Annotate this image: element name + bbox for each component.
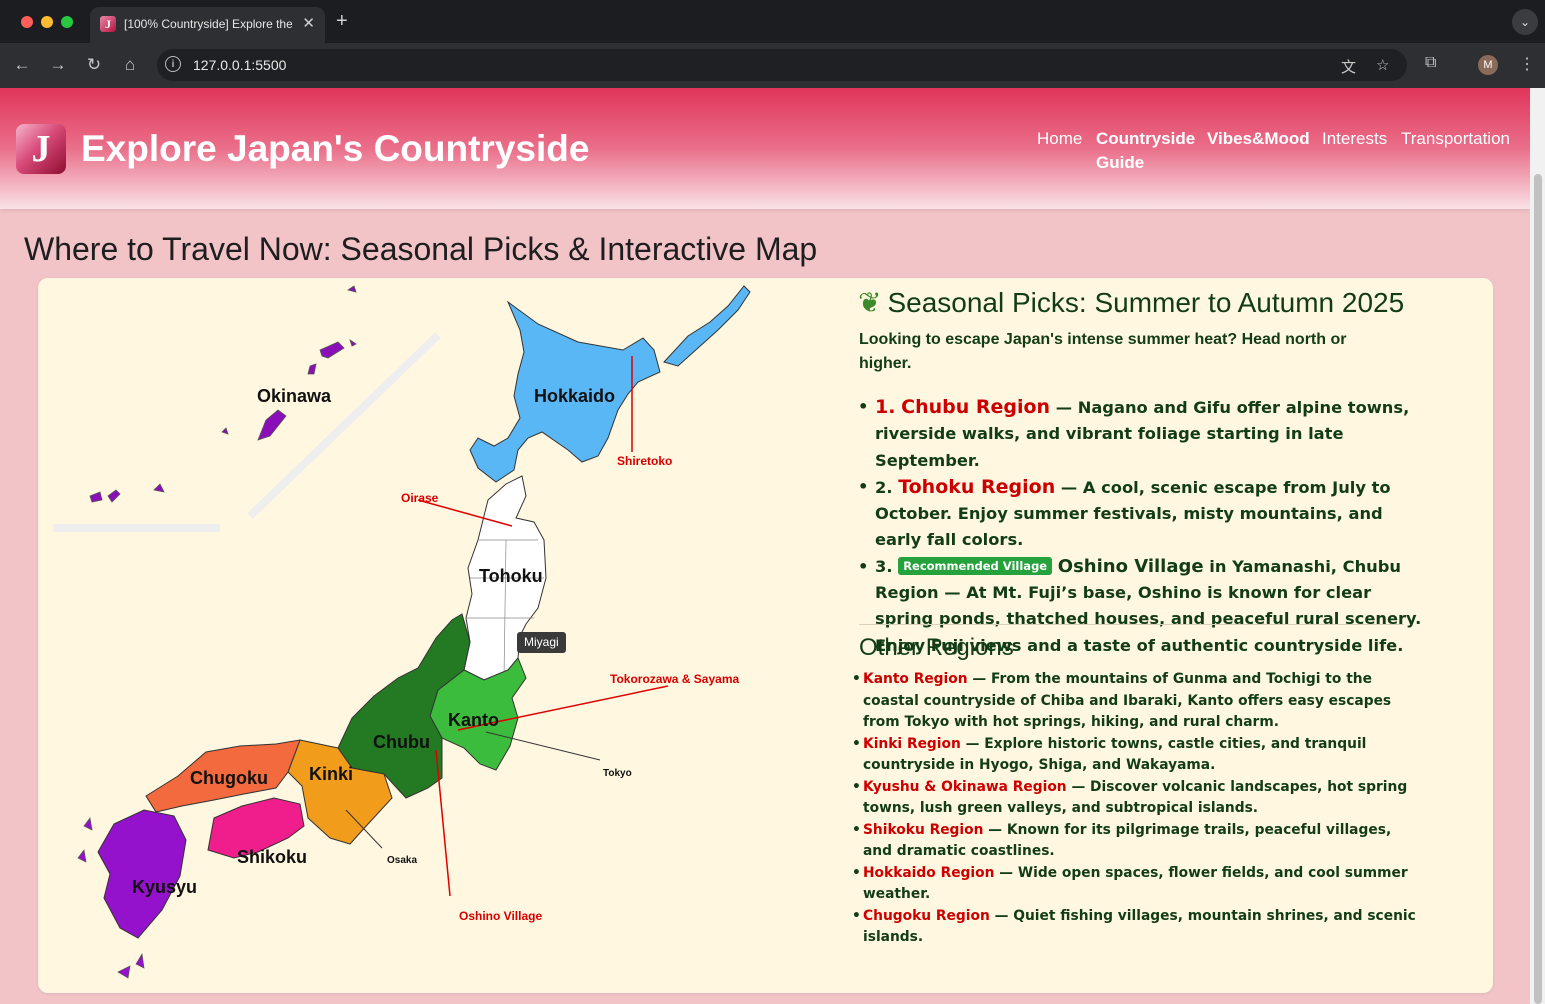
address-bar[interactable]: i 127.0.0.1:5500 文 ☆ bbox=[157, 49, 1407, 81]
other-region-link[interactable]: Kanto Region bbox=[863, 671, 968, 687]
label-osaka: Osaka bbox=[387, 855, 417, 866]
label-kinki: Kinki bbox=[309, 764, 353, 784]
site-logo[interactable]: J bbox=[16, 124, 66, 174]
content-card: Okinawa Hokkaido Tohoku Kanto Chubu Chug… bbox=[38, 278, 1493, 993]
pick-region-link[interactable]: Chubu Region bbox=[901, 396, 1050, 418]
other-region-link[interactable]: Hokkaido Region bbox=[863, 865, 994, 881]
home-icon[interactable]: ⌂ bbox=[118, 53, 142, 77]
profile-avatar[interactable]: M bbox=[1478, 55, 1498, 75]
page-viewport: J Explore Japan's Countryside Home Count… bbox=[0, 88, 1530, 1004]
nav-countryside-label: Countryside bbox=[1096, 129, 1196, 148]
other-region-item: Kanto Region — From the mountains of Gun… bbox=[852, 669, 1422, 734]
other-region-link[interactable]: Kyushu & Okinawa Region bbox=[863, 779, 1067, 795]
bookmark-star-icon[interactable]: ☆ bbox=[1376, 56, 1389, 74]
label-tokyo: Tokyo bbox=[603, 768, 632, 779]
label-tohoku: Tohoku bbox=[479, 566, 543, 586]
other-region-link[interactable]: Chugoku Region bbox=[863, 908, 990, 924]
callout-shiretoko[interactable]: Shiretoko bbox=[617, 454, 672, 468]
extensions-icon[interactable]: ⧉ bbox=[1425, 54, 1436, 72]
minimize-window-button[interactable] bbox=[41, 16, 53, 28]
pick-village-name[interactable]: Oshino Village bbox=[1058, 556, 1204, 577]
translate-icon[interactable]: 文 bbox=[1341, 56, 1356, 77]
tab-search-chevron-icon[interactable]: ⌄ bbox=[1512, 9, 1538, 35]
reload-icon[interactable]: ↻ bbox=[82, 53, 106, 77]
other-region-link[interactable]: Shikoku Region bbox=[863, 822, 983, 838]
pick-item-chubu: 1. Chubu Region — Nagano and Gifu offer … bbox=[858, 394, 1427, 474]
other-region-item: Chugoku Region — Quiet fishing villages,… bbox=[852, 906, 1422, 949]
scrollbar-thumb[interactable] bbox=[1534, 174, 1542, 1004]
forward-arrow-icon[interactable]: → bbox=[46, 53, 70, 77]
tab-favicon: J bbox=[100, 16, 116, 32]
other-region-item: Shikoku Region — Known for its pilgrimag… bbox=[852, 820, 1422, 863]
back-arrow-icon[interactable]: ← bbox=[10, 53, 34, 77]
browser-toolbar: ← → ↻ ⌂ i 127.0.0.1:5500 文 ☆ ⧉ M ⋮ bbox=[0, 43, 1545, 88]
section-divider bbox=[859, 624, 1404, 625]
nav-guide-label: Guide bbox=[1096, 153, 1145, 172]
kuril-islands bbox=[663, 285, 751, 367]
url-text: 127.0.0.1:5500 bbox=[193, 57, 287, 73]
browser-tab[interactable]: J [100% Countryside] Explore the ✕ bbox=[90, 7, 325, 43]
map-tooltip: Miyagi bbox=[517, 632, 566, 653]
label-chugoku: Chugoku bbox=[190, 768, 268, 788]
nav-home[interactable]: Home bbox=[1037, 127, 1082, 151]
page-title: Where to Travel Now: Seasonal Picks & In… bbox=[24, 231, 818, 267]
callout-oirase[interactable]: Oirase bbox=[401, 491, 439, 505]
japan-map-svg: Okinawa Hokkaido Tohoku Kanto Chubu Chug… bbox=[53, 285, 751, 979]
label-kanto: Kanto bbox=[448, 710, 499, 730]
recommended-village-badge: Recommended Village bbox=[898, 556, 1053, 575]
seasonal-heading-text: Seasonal Picks: Summer to Autumn 2025 bbox=[887, 287, 1405, 318]
region-kyusyu[interactable] bbox=[97, 809, 187, 939]
pick-number: 1. bbox=[875, 396, 896, 418]
seasonal-intro: Looking to escape Japan's intense summer… bbox=[859, 331, 1347, 372]
label-shikoku: Shikoku bbox=[237, 847, 307, 867]
nav-interests[interactable]: Interests bbox=[1322, 127, 1387, 151]
japan-map: Okinawa Hokkaido Tohoku Kanto Chubu Chug… bbox=[38, 278, 828, 993]
tab-title: [100% Countryside] Explore the bbox=[124, 17, 292, 31]
site-header: J Explore Japan's Countryside Home Count… bbox=[0, 88, 1530, 209]
zoom-window-button[interactable] bbox=[61, 16, 73, 28]
page-scrollbar[interactable] bbox=[1530, 88, 1545, 1004]
nav-transportation[interactable]: Transportation bbox=[1401, 127, 1510, 151]
label-hokkaido: Hokkaido bbox=[534, 386, 615, 406]
pick-item-tohoku: 2. Tohoku Region — A cool, scenic escape… bbox=[858, 474, 1427, 554]
other-regions-heading: Other Regions bbox=[859, 634, 1014, 661]
other-region-item: Kyushu & Okinawa Region — Discover volca… bbox=[852, 777, 1422, 820]
nav-vibes-mood[interactable]: Vibes&Mood bbox=[1207, 127, 1310, 151]
other-region-item: Kinki Region — Explore historic towns, c… bbox=[852, 734, 1422, 777]
browser-tab-bar: J [100% Countryside] Explore the ✕ + ⌄ bbox=[0, 0, 1545, 43]
pick-region-link[interactable]: Tohoku Region bbox=[898, 476, 1055, 498]
pick-number: 2. bbox=[875, 477, 893, 497]
label-kyusyu: Kyusyu bbox=[132, 877, 197, 897]
new-tab-icon[interactable]: + bbox=[336, 10, 348, 33]
callout-oshino-village[interactable]: Oshino Village bbox=[459, 909, 542, 923]
browser-menu-icon[interactable]: ⋮ bbox=[1519, 54, 1535, 74]
other-region-link[interactable]: Kinki Region bbox=[863, 736, 961, 752]
seasonal-picks-list: 1. Chubu Region — Nagano and Gifu offer … bbox=[858, 394, 1427, 659]
site-title: Explore Japan's Countryside bbox=[81, 128, 590, 169]
label-chubu: Chubu bbox=[373, 732, 430, 752]
close-window-button[interactable] bbox=[21, 16, 33, 28]
callout-tokorozawa-sayama[interactable]: Tokorozawa & Sayama bbox=[610, 672, 739, 686]
herb-icon: ❦ bbox=[858, 287, 882, 318]
site-info-icon[interactable]: i bbox=[165, 56, 181, 72]
pick-number: 3. bbox=[875, 556, 893, 576]
other-regions-list: Kanto Region — From the mountains of Gun… bbox=[852, 669, 1422, 949]
nav-countryside-guide[interactable]: Countryside Guide bbox=[1096, 127, 1195, 175]
close-tab-icon[interactable]: ✕ bbox=[302, 14, 315, 32]
seasonal-heading: ❦ Seasonal Picks: Summer to Autumn 2025 bbox=[858, 286, 1404, 319]
label-okinawa: Okinawa bbox=[257, 386, 332, 406]
other-region-item: Hokkaido Region — Wide open spaces, flow… bbox=[852, 863, 1422, 906]
